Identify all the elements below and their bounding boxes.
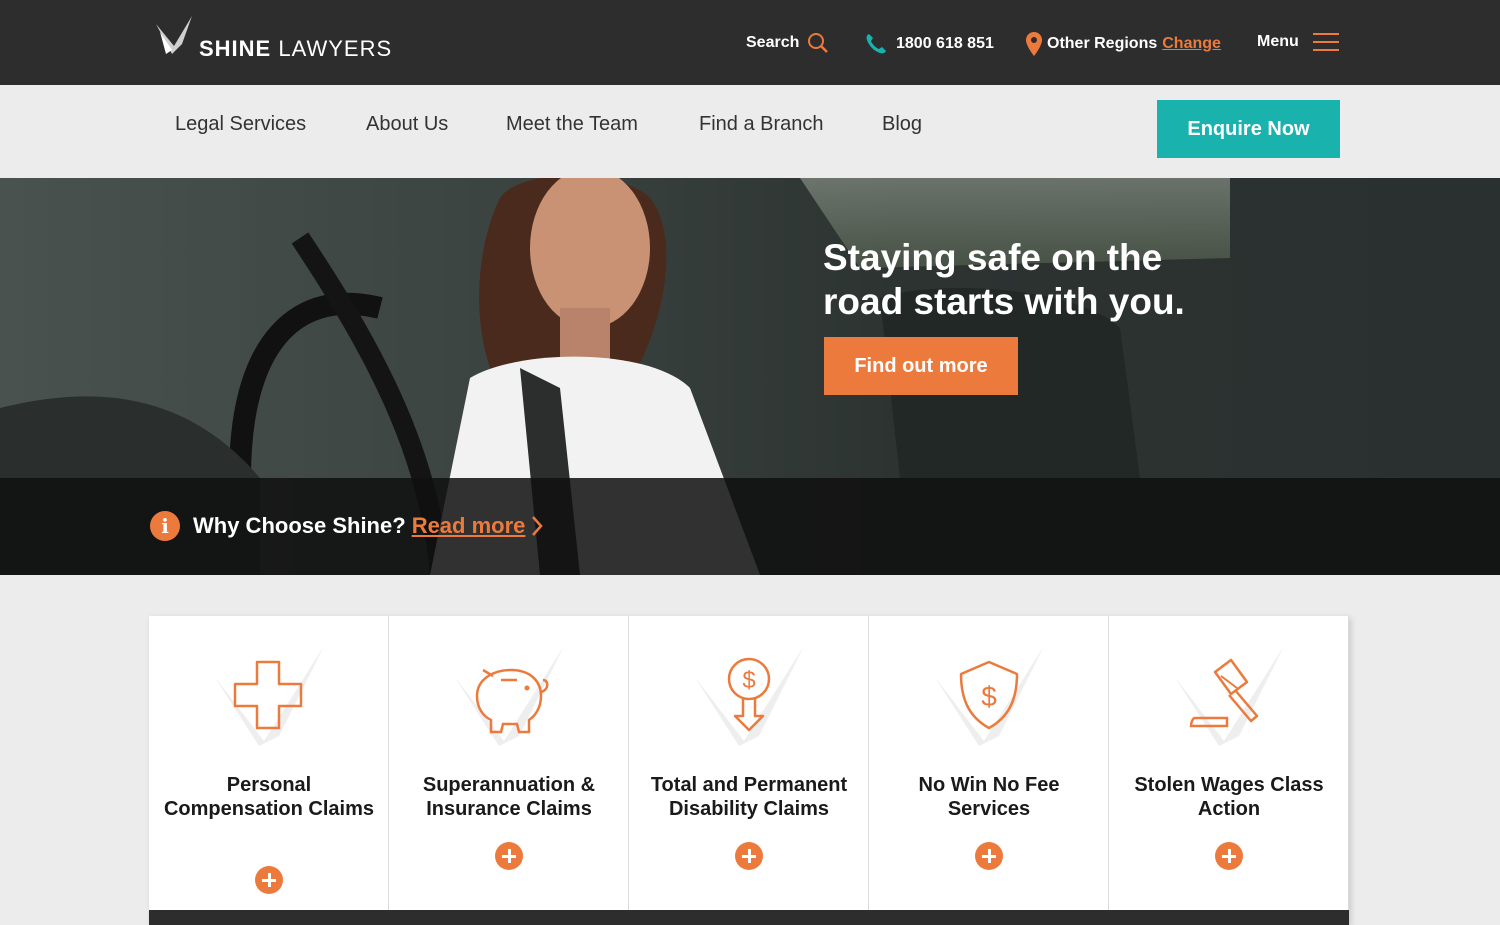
search-icon [807,32,829,54]
expand-plus-icon[interactable] [1215,842,1243,870]
phone-number: 1800 618 851 [896,35,994,52]
service-title: No Win No Fee Services [918,774,1060,820]
logo-text: SHINE LAWYERS [199,36,393,61]
info-icon: i [150,511,180,541]
hero-headline-line2: road starts with you. [823,281,1185,322]
nav-find-a-branch[interactable]: Find a Branch [699,113,824,136]
service-card-no-win-no-fee[interactable]: $ No Win No Fee Services [869,616,1109,910]
hero-headline: Staying safe on the road starts with you… [823,236,1243,324]
expand-plus-icon[interactable] [495,842,523,870]
service-title: Total and Permanent Disability Claims [650,774,848,820]
find-out-more-button[interactable]: Find out more [824,337,1018,395]
nav-about-us[interactable]: About Us [366,113,448,136]
why-choose-content: i Why Choose Shine? Read more [150,511,544,541]
why-choose-bar: i Why Choose Shine? Read more [0,478,1500,575]
services-cards: Personal Compensation Claims Superannuat… [149,616,1349,925]
search-button[interactable]: Search [746,32,829,54]
service-title: Personal Compensation Claims [163,774,375,820]
gavel-icon [1174,646,1284,746]
service-card-personal-compensation[interactable]: Personal Compensation Claims [149,616,389,910]
nav-blog[interactable]: Blog [882,113,922,136]
hero-headline-line1: Staying safe on the [823,237,1163,278]
search-label: Search [746,34,800,51]
top-header: SHINE LAWYERS Search 1800 618 851 Other … [0,0,1500,85]
hero-banner: Staying safe on the road starts with you… [0,178,1500,575]
nav-meet-the-team[interactable]: Meet the Team [506,113,638,136]
read-more-link[interactable]: Read more [412,513,526,539]
map-pin-icon [1026,32,1042,56]
cards-footer-bar [149,910,1349,925]
service-title: Superannuation & Insurance Claims [422,774,596,820]
svg-text:$: $ [981,681,997,712]
phone-link[interactable]: 1800 618 851 [864,32,994,56]
dollar-down-arrow-icon: $ [694,646,804,746]
service-card-stolen-wages[interactable]: Stolen Wages Class Action [1109,616,1349,910]
chevron-right-icon [531,515,544,537]
hamburger-menu-icon [1312,32,1339,52]
menu-button[interactable]: Menu [1257,32,1339,52]
piggy-bank-icon [454,646,564,746]
enquire-now-button[interactable]: Enquire Now [1157,100,1340,158]
why-choose-label: Why Choose Shine? [193,513,406,538]
shield-dollar-icon: $ [934,646,1044,746]
phone-icon [864,32,888,56]
expand-plus-icon[interactable] [735,842,763,870]
service-card-tpd[interactable]: $ Total and Permanent Disability Claims [629,616,869,910]
svg-text:$: $ [742,667,755,694]
service-title: Stolen Wages Class Action [1134,774,1324,820]
medical-cross-icon [214,646,324,746]
menu-label: Menu [1257,33,1299,50]
expand-plus-icon[interactable] [255,866,283,894]
main-navigation: Legal Services About Us Meet the Team Fi… [0,85,1500,178]
regions-selector: Other Regions Change [1026,32,1221,56]
service-card-superannuation[interactable]: Superannuation & Insurance Claims [389,616,629,910]
regions-label: Other Regions [1047,35,1158,52]
expand-plus-icon[interactable] [975,842,1003,870]
shine-bird-logo-icon [156,16,192,54]
nav-legal-services[interactable]: Legal Services [175,113,306,136]
change-region-link[interactable]: Change [1162,35,1221,53]
